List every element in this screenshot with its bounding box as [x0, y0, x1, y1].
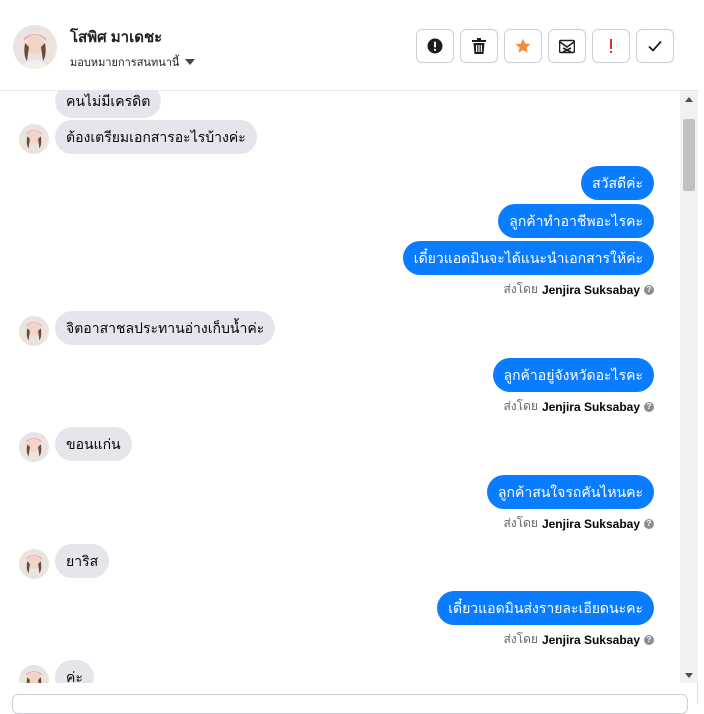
alert-circle-icon — [427, 38, 443, 54]
mail-x-icon — [559, 39, 575, 54]
incoming-message: ยาริส — [55, 544, 110, 578]
trash-icon — [472, 38, 486, 54]
exclamation-icon — [610, 39, 612, 53]
arrow-up-icon — [685, 96, 693, 102]
incoming-message: ต้องเตรียมเอกสารอะไรบ้างค่ะ — [55, 120, 257, 154]
outgoing-message: ลูกค้าอยู่จังหวัดอะไรคะ — [492, 358, 654, 392]
mark-unread-button[interactable] — [548, 29, 586, 63]
sender-avatar — [19, 665, 49, 683]
assign-conversation-dropdown[interactable]: มอบหมายการสนทนานี้ — [70, 53, 196, 71]
outgoing-message: ลูกค้าสนใจรถคันไหนคะ — [486, 475, 654, 509]
incoming-message: จิตอาสาชลประทานอ่างเก็บน้ำค่ะ — [55, 311, 276, 345]
sender-avatar — [19, 549, 49, 579]
sent-by-prefix: ส่งโดย — [503, 282, 538, 296]
contact-name: โสพิศ มาเดชะ — [70, 29, 163, 46]
sent-by-prefix: ส่งโดย — [503, 399, 538, 413]
sent-by-agent: Jenjira Suksabay — [541, 282, 640, 297]
sent-by-label: ส่งโดย Jenjira Suksabay ? — [503, 280, 654, 299]
scroll-thumb[interactable] — [683, 119, 695, 191]
sent-by-prefix: ส่งโดย — [503, 632, 538, 646]
scroll-up-button[interactable] — [680, 91, 698, 107]
sent-by-agent: Jenjira Suksabay — [541, 399, 640, 414]
check-icon — [648, 40, 662, 52]
thread-scrollbar[interactable] — [680, 91, 698, 683]
conversation-panel: โสพิศ มาเดชะ มอบหมายการสนทนานี้ คนไม่มีเ… — [0, 0, 698, 714]
help-icon[interactable]: ? — [644, 518, 654, 529]
mark-done-button[interactable] — [636, 29, 674, 63]
mark-spam-button[interactable] — [416, 29, 454, 63]
incoming-message: คนไม่มีเครดิต — [55, 91, 162, 118]
important-button[interactable] — [592, 29, 630, 63]
outgoing-message: เดี๋ยวแอดมินจะได้แนะนำเอกสารให้ค่ะ — [402, 241, 654, 275]
contact-avatar[interactable] — [13, 25, 57, 69]
sender-avatar — [19, 124, 49, 154]
incoming-message: ขอนแก่น — [55, 427, 132, 461]
sender-avatar — [19, 316, 49, 346]
caret-down-icon — [185, 59, 196, 65]
sent-by-label: ส่งโดย Jenjira Suksabay ? — [503, 397, 654, 416]
sent-by-agent: Jenjira Suksabay — [541, 516, 640, 531]
help-icon[interactable]: ? — [644, 401, 654, 412]
help-icon[interactable]: ? — [644, 634, 654, 645]
help-icon[interactable]: ? — [644, 284, 654, 295]
message-thread[interactable]: คนไม่มีเครดิต ต้องเตรียมเอกสารอะไรบ้างค่… — [0, 91, 680, 683]
star-icon — [515, 38, 531, 53]
conversation-header: โสพิศ มาเดชะ มอบหมายการสนทนานี้ — [0, 0, 698, 91]
scroll-down-button[interactable] — [680, 667, 698, 683]
star-button[interactable] — [504, 29, 542, 63]
sent-by-label: ส่งโดย Jenjira Suksabay ? — [503, 630, 654, 649]
sent-by-label: ส่งโดย Jenjira Suksabay ? — [503, 514, 654, 533]
outgoing-message: เดี๋ยวแอดมินส่งรายละเอียดนะคะ — [437, 591, 654, 625]
sent-by-agent: Jenjira Suksabay — [541, 632, 640, 647]
outgoing-message: ลูกค้าทำอาชีพอะไรคะ — [498, 204, 654, 238]
arrow-down-icon — [685, 672, 693, 678]
assign-conversation-label: มอบหมายการสนทนานี้ — [70, 57, 180, 69]
incoming-message: ค่ะ — [55, 660, 94, 683]
outgoing-message: สวัสดีค่ะ — [581, 166, 654, 200]
sender-avatar — [19, 432, 49, 462]
sent-by-prefix: ส่งโดย — [503, 516, 538, 530]
message-composer[interactable] — [12, 694, 688, 714]
delete-button[interactable] — [460, 29, 498, 63]
header-actions — [416, 29, 674, 63]
